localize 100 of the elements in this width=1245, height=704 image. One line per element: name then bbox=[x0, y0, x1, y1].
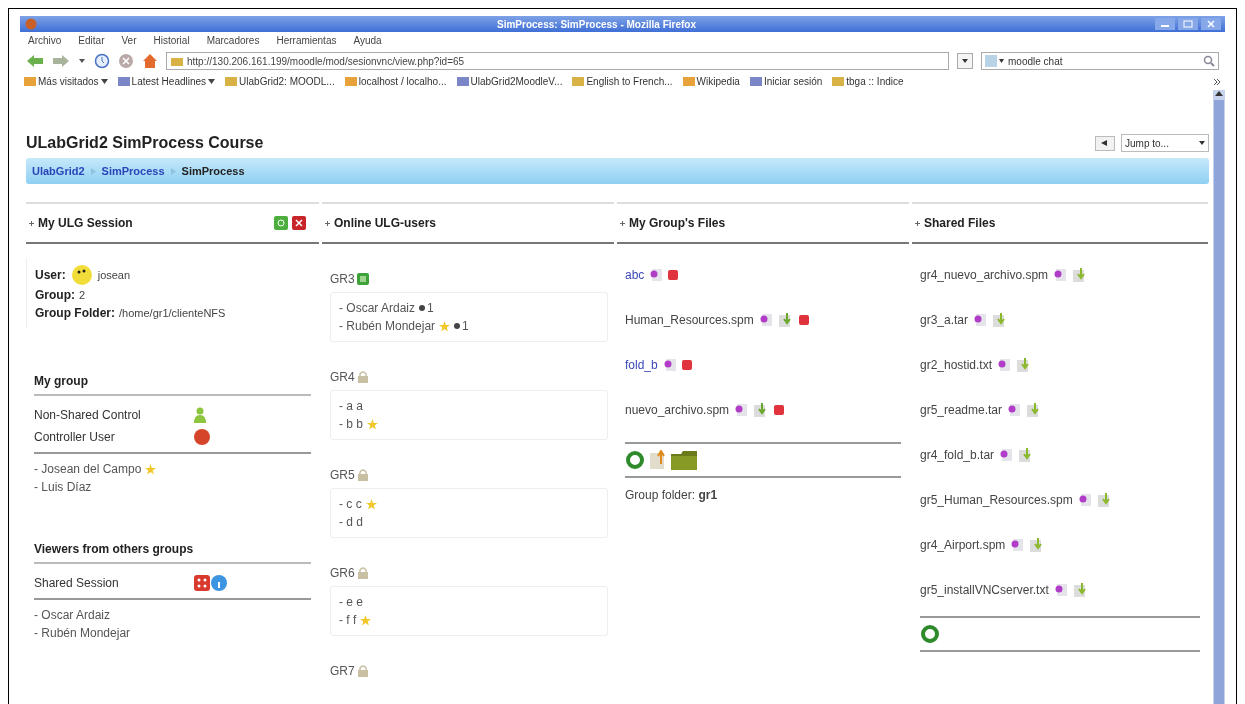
collapse-icon[interactable] bbox=[325, 220, 330, 226]
bookmark[interactable]: localhost / localho... bbox=[358, 76, 447, 87]
stop-icon[interactable] bbox=[118, 53, 134, 69]
bookmark-icon[interactable] bbox=[749, 76, 762, 87]
share-icon[interactable] bbox=[1053, 267, 1068, 282]
bookmark[interactable]: English to French... bbox=[586, 76, 673, 87]
history-dropdown[interactable] bbox=[957, 53, 973, 69]
delete-icon[interactable] bbox=[668, 269, 679, 280]
search-field[interactable]: moodle chat bbox=[981, 52, 1219, 70]
maximize-icon bbox=[1183, 20, 1193, 28]
separator-icon bbox=[170, 167, 176, 175]
group-name: GR3 bbox=[330, 272, 355, 286]
bookmark[interactable]: Wikipedia bbox=[696, 76, 740, 87]
address-field[interactable]: http://130.206.161.199/moodle/mod/sesionvnc/view.php?id=65 bbox=[166, 52, 949, 70]
delete-icon[interactable] bbox=[774, 404, 785, 415]
bookmark[interactable]: Más visitados bbox=[38, 76, 99, 87]
refresh-icon[interactable] bbox=[625, 450, 645, 470]
bookmark-icon[interactable] bbox=[456, 76, 469, 87]
star-icon bbox=[145, 463, 157, 475]
menu-item[interactable]: Marcadores bbox=[206, 35, 260, 46]
share-icon[interactable] bbox=[1007, 402, 1022, 417]
star-icon bbox=[439, 320, 451, 332]
field-label: User: bbox=[35, 267, 66, 284]
collapse-icon[interactable] bbox=[29, 220, 34, 226]
window-title: SimProcess: SimProcess - Mozilla Firefox bbox=[496, 18, 697, 30]
folder-icon[interactable] bbox=[671, 450, 697, 470]
share-icon[interactable] bbox=[734, 402, 749, 417]
file-name[interactable]: abc bbox=[625, 267, 645, 282]
menu-item[interactable]: Herramientas bbox=[276, 35, 337, 46]
close-button[interactable] bbox=[1201, 18, 1221, 30]
share-icon[interactable] bbox=[758, 312, 773, 327]
member-name: - Luis Díaz bbox=[34, 479, 92, 496]
search-icon[interactable] bbox=[1203, 55, 1215, 67]
share-icon[interactable] bbox=[1010, 537, 1025, 552]
section-heading: Viewers from others groups bbox=[34, 536, 311, 564]
share-icon[interactable] bbox=[997, 357, 1012, 372]
breadcrumb-link[interactable]: UlabGrid2 bbox=[32, 165, 85, 177]
download-icon[interactable] bbox=[1072, 581, 1089, 598]
delete-icon[interactable] bbox=[798, 314, 809, 325]
breadcrumb-link[interactable]: SimProcess bbox=[101, 165, 165, 177]
scroll-up-icon[interactable] bbox=[1215, 90, 1223, 96]
menu-item[interactable]: Editar bbox=[78, 35, 105, 46]
person-icon bbox=[194, 407, 206, 423]
caret-icon[interactable] bbox=[100, 79, 108, 84]
member-name: - c c bbox=[339, 496, 362, 513]
share-icon[interactable] bbox=[662, 357, 677, 372]
session-count: 1 bbox=[462, 318, 469, 335]
download-icon[interactable] bbox=[1096, 491, 1113, 508]
close-icon[interactable] bbox=[292, 216, 306, 230]
collapse-icon[interactable] bbox=[620, 220, 625, 226]
bookmark[interactable]: tbga :: Indice bbox=[846, 76, 904, 87]
reload-icon[interactable] bbox=[94, 53, 110, 69]
scrollbar-thumb[interactable] bbox=[1214, 100, 1224, 704]
jump-to-select[interactable]: Jump to... bbox=[1121, 134, 1209, 152]
scrollbar[interactable] bbox=[1213, 90, 1225, 704]
file-name[interactable]: fold_b bbox=[625, 357, 658, 372]
upload-icon[interactable] bbox=[649, 450, 667, 470]
menu-item[interactable]: Ayuda bbox=[353, 35, 382, 46]
menu-item[interactable]: Historial bbox=[153, 35, 190, 46]
search-engine-icon[interactable] bbox=[985, 55, 1005, 67]
file-name: gr4_Airport.spm bbox=[920, 537, 1006, 552]
caret-icon[interactable] bbox=[78, 58, 86, 64]
bookmark[interactable]: Latest Headlines bbox=[131, 76, 207, 87]
home-icon[interactable] bbox=[142, 53, 158, 69]
close-icon bbox=[1206, 20, 1216, 28]
menu-item[interactable]: Ver bbox=[121, 35, 137, 46]
power-icon[interactable] bbox=[274, 216, 288, 230]
delete-icon[interactable] bbox=[681, 359, 692, 370]
dice-icon bbox=[194, 575, 210, 591]
member-name: - Oscar Ardaiz bbox=[34, 607, 111, 624]
minimize-button[interactable] bbox=[1155, 18, 1175, 30]
share-icon[interactable] bbox=[1053, 582, 1068, 597]
bookmark[interactable]: Iniciar sesión bbox=[763, 76, 823, 87]
file-name: gr5_installVNCserver.txt bbox=[920, 582, 1049, 597]
bookmark[interactable]: UlabGrid2: MOODL... bbox=[239, 76, 335, 87]
info-icon bbox=[211, 575, 227, 591]
column-heading: My Group's Files bbox=[629, 216, 727, 230]
member-name: - Rubén Mondejar bbox=[339, 318, 436, 335]
file-name: Human_Resources.spm bbox=[625, 312, 754, 327]
column-heading: Online ULG-users bbox=[334, 216, 438, 230]
share-icon[interactable] bbox=[649, 267, 664, 282]
bookmark[interactable]: UlabGrid2MoodleV... bbox=[470, 76, 563, 87]
back-arrow-icon[interactable] bbox=[26, 54, 44, 68]
share-icon[interactable] bbox=[973, 312, 988, 327]
bookmark-icon[interactable] bbox=[117, 76, 130, 87]
bullet-icon bbox=[454, 323, 461, 329]
chevron-icon[interactable] bbox=[1213, 77, 1221, 86]
caret-icon[interactable] bbox=[208, 79, 216, 84]
caret-icon bbox=[1199, 141, 1205, 145]
field-label: Group Folder: bbox=[35, 305, 115, 322]
member-name: - d d bbox=[339, 514, 363, 531]
refresh-icon[interactable] bbox=[920, 624, 940, 644]
file-name: gr3_a.tar bbox=[920, 312, 969, 327]
download-icon[interactable] bbox=[777, 311, 794, 328]
share-icon[interactable] bbox=[999, 447, 1014, 462]
collapse-icon[interactable] bbox=[915, 220, 920, 226]
previous-button[interactable] bbox=[1095, 135, 1115, 151]
field-value: josean bbox=[97, 268, 131, 283]
menu-item[interactable]: Archivo bbox=[28, 35, 62, 46]
share-icon[interactable] bbox=[1077, 492, 1092, 507]
